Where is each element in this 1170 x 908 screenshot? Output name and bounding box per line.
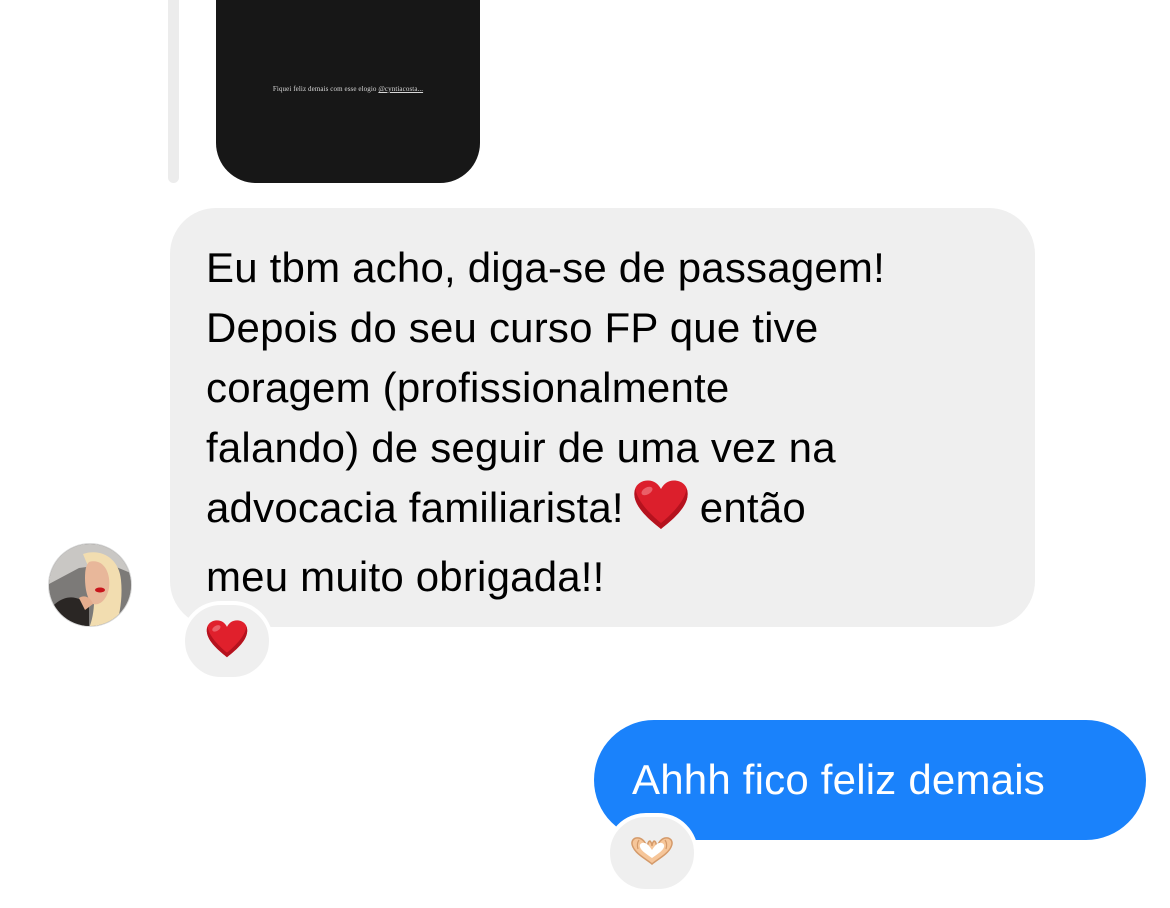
reply-indicator-bar (168, 0, 179, 183)
message-line: coragem (profissionalmente (206, 364, 730, 411)
message-line: Eu tbm acho, diga-se de passagem! (206, 244, 885, 291)
incoming-message-text: Eu tbm acho, diga-se de passagem! Depois… (206, 238, 1015, 607)
story-preview[interactable]: Fiquei feliz demais com esse elogio @cyn… (216, 0, 480, 183)
message-line: falando) de seguir de uma vez na (206, 424, 836, 471)
red-heart-icon (205, 619, 249, 664)
outgoing-message-text: Ahhh fico feliz demais (632, 756, 1045, 803)
message-line-segment: então (699, 484, 806, 531)
message-line: advocacia familiarista! então (206, 478, 1015, 547)
story-caption: Fiquei feliz demais com esse elogio @cyn… (216, 85, 480, 93)
message-line: meu muito obrigada!! (206, 553, 605, 600)
sender-avatar[interactable] (48, 543, 132, 627)
red-heart-icon (632, 479, 690, 547)
message-reaction[interactable] (606, 813, 698, 893)
message-line-segment: advocacia familiarista! (206, 484, 624, 531)
message-line: Depois do seu curso FP que tive (206, 304, 819, 351)
story-caption-mention[interactable]: @cyntiacosta... (378, 85, 423, 93)
story-caption-text: Fiquei feliz demais com esse elogio (272, 85, 377, 93)
profile-photo-icon (49, 544, 131, 626)
heart-hands-icon (628, 834, 676, 873)
incoming-message-bubble[interactable]: Eu tbm acho, diga-se de passagem! Depois… (170, 208, 1035, 627)
message-reaction[interactable] (181, 601, 273, 681)
